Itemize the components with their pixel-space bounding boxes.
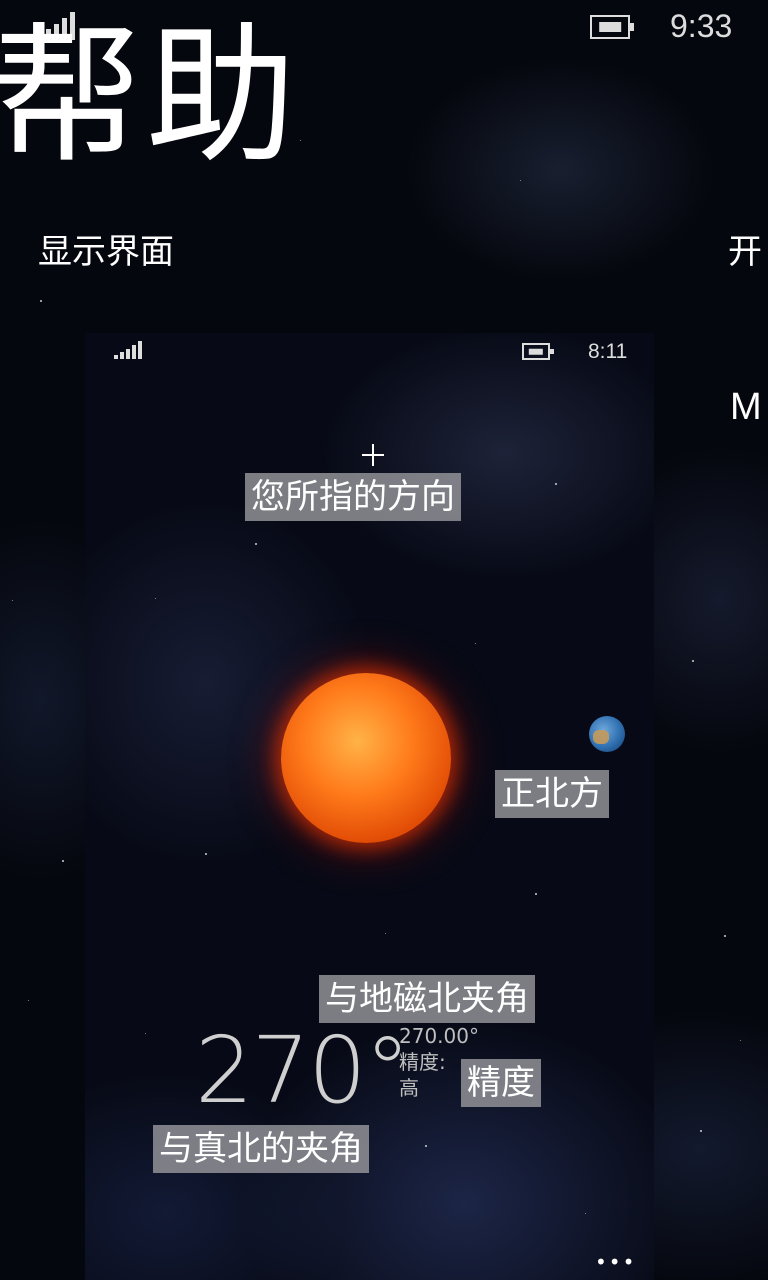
sun (281, 673, 451, 843)
earth (589, 716, 625, 752)
screenshot-status-time: 8:11 (588, 340, 628, 363)
label-true-north-angle: 与真北的夹角 (153, 1125, 369, 1173)
page-title: 帮助 (0, 10, 301, 184)
pointer-star (362, 444, 384, 466)
label-pointing-direction: 您所指的方向 (245, 473, 461, 521)
angle-readout: 270° (195, 1017, 411, 1124)
pivot-item-next[interactable]: 开 (728, 224, 762, 273)
next-page-peek: M (730, 386, 762, 428)
more-menu-icon[interactable]: ••• (595, 1250, 636, 1274)
status-time: 9:33 (670, 8, 733, 44)
battery-icon (590, 15, 634, 39)
label-accuracy: 精度 (461, 1059, 541, 1107)
help-screenshot: 8:11 您所指的方向 正北方 与地磁北夹角 270° 270.00° 精度: … (85, 333, 654, 1280)
pivot-item-display[interactable]: 显示界面 (38, 224, 174, 273)
magnetic-angle-value: 270.00° (399, 1024, 479, 1048)
label-magnetic-angle: 与地磁北夹角 (319, 975, 535, 1023)
label-true-north: 正北方 (495, 770, 609, 818)
battery-icon (522, 343, 554, 360)
signal-icon (114, 341, 142, 359)
